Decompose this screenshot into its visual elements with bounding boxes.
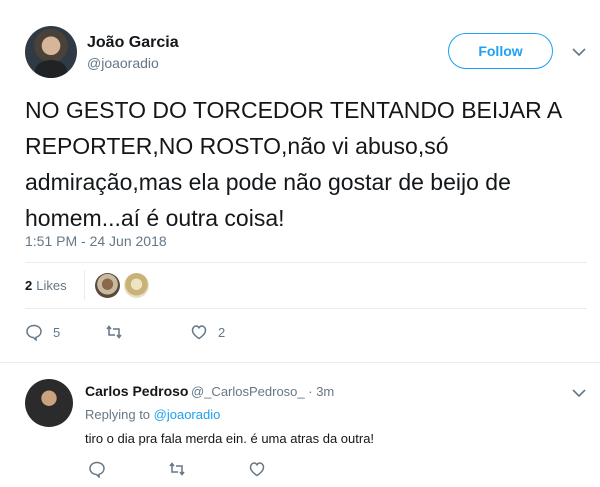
retweet-icon <box>105 323 123 341</box>
liker-avatar[interactable] <box>123 272 149 298</box>
reply-tweet[interactable]: Carlos Pedroso @_CarlosPedroso_ · 3m Rep… <box>0 365 600 487</box>
tweet-actions: 5 2 <box>25 323 225 341</box>
liker-avatar[interactable] <box>94 272 120 298</box>
heart-icon <box>248 460 266 478</box>
divider <box>0 362 600 363</box>
likes-separator <box>83 270 85 300</box>
reply-button[interactable]: 5 <box>25 323 105 341</box>
retweet-button[interactable] <box>105 323 190 341</box>
reply-actions <box>88 460 266 478</box>
reply-author-handle[interactable]: @_CarlosPedroso_ · 3m <box>191 384 334 399</box>
chevron-down-icon[interactable] <box>572 47 586 57</box>
likes-row: 2 Likes <box>25 262 587 308</box>
tweet-text: NO GESTO DO TORCEDOR TENTANDO BEIJAR A R… <box>25 97 561 231</box>
retweet-icon <box>168 460 186 478</box>
like-button[interactable] <box>248 460 266 478</box>
heart-icon <box>190 323 208 341</box>
tweet-timestamp[interactable]: 1:51 PM - 24 Jun 2018 <box>25 233 167 249</box>
follow-button[interactable]: Follow <box>448 33 553 69</box>
reply-icon <box>25 323 43 341</box>
replying-prefix: Replying to <box>85 407 154 422</box>
reply-avatar[interactable] <box>25 379 73 427</box>
reply-author-name[interactable]: Carlos Pedroso <box>85 383 188 399</box>
chevron-down-icon[interactable] <box>572 388 586 398</box>
likes-count[interactable]: 2 <box>25 278 32 293</box>
reply-count: 5 <box>53 324 61 340</box>
reply-button[interactable] <box>88 460 168 478</box>
author-name[interactable]: João Garcia <box>87 34 179 52</box>
divider <box>25 308 587 309</box>
replying-to-link[interactable]: @joaoradio <box>154 407 221 422</box>
likes-label[interactable]: Likes <box>36 278 66 293</box>
replying-to: Replying to @joaoradio <box>85 407 220 422</box>
reply-icon <box>88 460 106 478</box>
like-button[interactable]: 2 <box>190 323 225 341</box>
avatar[interactable] <box>25 26 77 78</box>
retweet-button[interactable] <box>168 460 248 478</box>
like-count: 2 <box>218 324 226 340</box>
reply-text: tiro o dia pra fala merda ein. é uma atr… <box>85 431 375 446</box>
author-handle[interactable]: @joaoradio <box>87 55 159 71</box>
